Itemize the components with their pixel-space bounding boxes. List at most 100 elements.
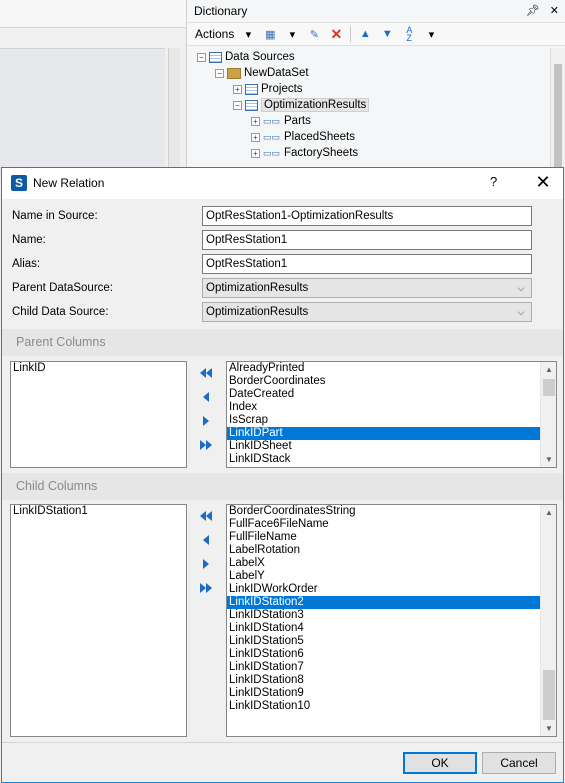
child-selected-list[interactable]: LinkIDStation1: [10, 504, 187, 737]
arrow-left-icon: [203, 535, 209, 545]
tree-node[interactable]: + ▭▭ Parts: [251, 113, 311, 129]
tree-node-label: NewDataSet: [244, 67, 309, 79]
close-button[interactable]: ✕: [532, 170, 554, 194]
relation-icon: ▭▭: [263, 131, 281, 142]
list-item[interactable]: LabelY: [227, 570, 540, 583]
list-item[interactable]: DateCreated: [227, 388, 540, 401]
list-item[interactable]: LinkIDSheet: [227, 440, 540, 453]
expand-icon[interactable]: +: [251, 148, 260, 158]
table-icon: [245, 83, 258, 95]
tree-node[interactable]: + ▭▭ FactorySheets: [251, 145, 358, 161]
tree-node[interactable]: − NewDataSet: [215, 65, 309, 81]
editor-panel: [0, 48, 165, 178]
scrollbar-thumb[interactable]: [543, 670, 555, 720]
parent-list-scrollbar[interactable]: ▲ ▼: [540, 362, 556, 467]
list-item[interactable]: LinkIDWorkOrder: [227, 583, 540, 596]
move-all-right-button[interactable]: [197, 581, 215, 595]
double-arrow-left-icon: [206, 368, 212, 378]
datasource-icon: [209, 51, 222, 63]
sort-az-icon[interactable]: AZ: [401, 26, 417, 43]
child-list-scrollbar[interactable]: ▲ ▼: [540, 505, 556, 736]
list-item[interactable]: LinkIDStation3: [227, 609, 540, 622]
list-item[interactable]: LinkIDPart: [227, 427, 540, 440]
name-in-source-field[interactable]: OptResStation1-OptimizationResults: [202, 206, 532, 226]
actions-menu[interactable]: Actions: [195, 27, 234, 41]
alias-field[interactable]: OptResStation1: [202, 254, 532, 274]
delete-icon[interactable]: ✕: [328, 26, 344, 42]
toolbar-separator: [350, 26, 352, 42]
list-item[interactable]: LinkIDStation8: [227, 674, 540, 687]
list-item[interactable]: LinkIDStation6: [227, 648, 540, 661]
child-datasource-label: Child Data Source:: [12, 306, 109, 318]
name-field[interactable]: OptResStation1: [202, 230, 532, 250]
list-item[interactable]: LinkIDStation5: [227, 635, 540, 648]
edit-icon[interactable]: ✎: [306, 26, 322, 42]
list-item[interactable]: LinkIDStation1: [11, 505, 186, 518]
ok-button[interactable]: OK: [403, 752, 477, 774]
expand-icon[interactable]: +: [251, 116, 260, 126]
scroll-up-icon[interactable]: ▲: [541, 505, 556, 520]
list-item[interactable]: AlreadyPrinted: [227, 362, 540, 375]
tree-node[interactable]: − OptimizationResults: [233, 97, 370, 113]
cancel-button[interactable]: Cancel: [482, 752, 556, 774]
parent-available-list[interactable]: AlreadyPrinted BorderCoordinates DateCreat…: [226, 361, 557, 468]
expand-icon[interactable]: +: [233, 84, 242, 94]
move-down-icon[interactable]: ▼: [379, 26, 395, 42]
list-item[interactable]: BorderCoordinatesString: [227, 505, 540, 518]
move-right-button[interactable]: [197, 557, 215, 571]
move-left-button[interactable]: [197, 390, 215, 404]
new-relation-dialog: S New Relation ? ✕ Name in Source: OptRe…: [1, 167, 564, 783]
move-all-left-button[interactable]: [197, 366, 215, 380]
parent-selected-list[interactable]: LinkID: [10, 361, 187, 468]
child-available-list[interactable]: BorderCoordinatesString FullFace6FileName…: [226, 504, 557, 737]
move-right-button[interactable]: [197, 414, 215, 428]
list-item[interactable]: LinkIDStack: [227, 453, 540, 466]
parent-datasource-select[interactable]: OptimizationResults ⌵: [202, 278, 532, 298]
pin-icon[interactable]: 📌︎: [526, 0, 540, 22]
new-item-icon[interactable]: ▦: [262, 26, 278, 42]
tree-node-label: Data Sources: [225, 51, 295, 63]
tree-node-label: FactorySheets: [284, 147, 359, 159]
move-all-left-button[interactable]: [197, 509, 215, 523]
arrow-right-icon: [203, 416, 209, 426]
editor-scrollbar[interactable]: [168, 48, 180, 178]
list-item[interactable]: LinkIDStation7: [227, 661, 540, 674]
scrollbar-thumb[interactable]: [554, 64, 562, 174]
close-icon[interactable]: ✕: [550, 0, 559, 22]
list-item[interactable]: LinkIDStation9: [227, 687, 540, 700]
move-all-right-button[interactable]: [197, 438, 215, 452]
list-item[interactable]: LinkID: [11, 362, 186, 375]
scroll-down-icon[interactable]: ▼: [541, 452, 556, 467]
list-item[interactable]: Index: [227, 401, 540, 414]
double-arrow-left-icon: [206, 511, 212, 521]
tree-node[interactable]: + ▭▭ PlacedSheets: [251, 129, 355, 145]
collapse-icon[interactable]: −: [197, 52, 206, 62]
list-item[interactable]: LabelRotation: [227, 544, 540, 557]
alias-label: Alias:: [12, 258, 41, 270]
list-item[interactable]: LinkIDStation2: [227, 596, 540, 609]
list-item[interactable]: FullFileName: [227, 531, 540, 544]
dictionary-scrollbar[interactable]: [550, 48, 565, 180]
collapse-icon[interactable]: −: [233, 100, 242, 110]
collapse-icon[interactable]: −: [215, 68, 224, 78]
dropdown-arrow-icon[interactable]: ▾: [284, 26, 300, 42]
move-up-icon[interactable]: ▲: [357, 26, 373, 42]
child-datasource-select[interactable]: OptimizationResults ⌵: [202, 302, 532, 322]
list-item[interactable]: LinkIDStation4: [227, 622, 540, 635]
move-left-button[interactable]: [197, 533, 215, 547]
parent-datasource-value: OptimizationResults: [206, 282, 309, 294]
list-item[interactable]: BorderCoordinates: [227, 375, 540, 388]
scrollbar-thumb[interactable]: [543, 379, 555, 396]
list-item[interactable]: LinkIDStation10: [227, 700, 540, 713]
expand-icon[interactable]: +: [251, 132, 260, 142]
tree-node[interactable]: + Projects: [233, 81, 303, 97]
list-item[interactable]: FullFace6FileName: [227, 518, 540, 531]
dropdown-arrow-icon[interactable]: ▾: [423, 26, 439, 42]
list-item[interactable]: LabelX: [227, 557, 540, 570]
scroll-down-icon[interactable]: ▼: [541, 721, 556, 736]
tree-node[interactable]: − Data Sources: [197, 49, 295, 65]
scroll-up-icon[interactable]: ▲: [541, 362, 556, 377]
list-item[interactable]: IsScrap: [227, 414, 540, 427]
dropdown-arrow-icon[interactable]: ▾: [240, 26, 256, 42]
help-button[interactable]: ?: [490, 174, 497, 189]
